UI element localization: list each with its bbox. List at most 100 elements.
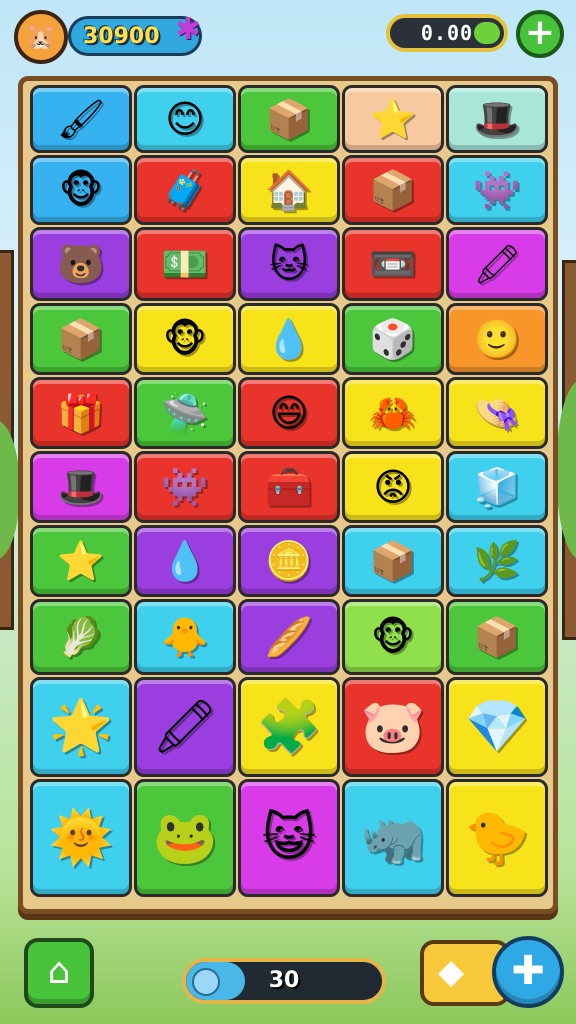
tile-r2-c4[interactable]: 📦 (342, 155, 444, 225)
tile-r8-c2[interactable]: 🐥 (134, 599, 236, 675)
tile-r6-c1[interactable]: 🎩 (30, 451, 132, 523)
tile-r3-c2[interactable]: 💵 (134, 227, 236, 301)
tile-r2-c3[interactable]: 🏠 (238, 155, 340, 225)
coin-display: 0.00 (386, 14, 508, 52)
star-icon: ⭐ (57, 539, 105, 583)
purple-critter-icon: 👾 (473, 168, 521, 212)
score-value: 30900 (83, 23, 160, 49)
tile-r4-c3[interactable]: 💧 (238, 303, 340, 375)
wooden-stick-icon: 🥖 (265, 615, 313, 659)
tile-r2-c5[interactable]: 👾 (446, 155, 548, 225)
tile-r2-c1[interactable]: 🐵 (30, 155, 132, 225)
tile-r7-c4[interactable]: 📦 (342, 525, 444, 597)
orange-monkey-icon: 🐵 (371, 615, 415, 659)
tile-r1-c2[interactable]: 😊 (134, 85, 236, 153)
tile-r10-c4[interactable]: 🦏 (342, 779, 444, 897)
add-coins-button[interactable]: + (516, 10, 564, 58)
tile-r7-c5[interactable]: 🌿 (446, 525, 548, 597)
puzzle-button[interactable]: ✚ (492, 936, 564, 1008)
tile-r1-c5[interactable]: 🎩 (446, 85, 548, 153)
tile-r5-c5[interactable]: 👒 (446, 377, 548, 449)
coin-bar-fill (474, 22, 500, 44)
tile-r9-c2[interactable]: 🖍 (134, 677, 236, 777)
orange-hat-icon: 👒 (473, 391, 521, 435)
tile-r6-c3[interactable]: 🧰 (238, 451, 340, 523)
game-board: 🖌 😊 📦 ⭐ 🎩 🐵 🧳 🏠 📦 👾 🐻 💵 🐱 📼 🖍 📦 🐵 💧 🎲 🙂 🎁 🛸 😄 🦀 👒 🎩 👾 🧰 😡 🧊 ⭐ 💧 🪙 📦 🌿 🥬 🐥 🥖 🐵 📦… (18, 76, 558, 914)
tile-r5-c2[interactable]: 🛸 (134, 377, 236, 449)
tile-r5-c3[interactable]: 😄 (238, 377, 340, 449)
red-box-icon: 📦 (57, 317, 105, 361)
tile-r6-c4[interactable]: 😡 (342, 451, 444, 523)
home-button[interactable]: ⌂ (24, 938, 94, 1008)
tile-r7-c1[interactable]: ⭐ (30, 525, 132, 597)
orange-monkey-icon: 🐵 (163, 317, 207, 361)
blue-gem-icon: 💎 (464, 697, 530, 757)
orange-hat-icon: 🎩 (57, 465, 105, 509)
green-house-icon: 🏠 (265, 168, 313, 212)
yellow-face-icon: 😄 (269, 391, 309, 435)
orange-cat-icon: 🐱 (269, 242, 309, 286)
blue-chest-icon: 🧳 (161, 168, 209, 212)
home-icon: ⌂ (47, 951, 71, 992)
tile-r5-c4[interactable]: 🦀 (342, 377, 444, 449)
tile-r7-c2[interactable]: 💧 (134, 525, 236, 597)
yellow-crayon-icon: 🖍 (151, 697, 218, 757)
tile-r1-c3[interactable]: 📦 (238, 85, 340, 153)
tile-r1-c1[interactable]: 🖌 (30, 85, 132, 153)
tile-r4-c1[interactable]: 📦 (30, 303, 132, 375)
tile-r8-c4[interactable]: 🐵 (342, 599, 444, 675)
tile-r3-c1[interactable]: 🐻 (30, 227, 132, 301)
gold-bar-icon: 🪙 (265, 539, 313, 583)
orange-sun-icon: 🌞 (48, 808, 114, 868)
tile-r5-c1[interactable]: 🎁 (30, 377, 132, 449)
orange-monkey-icon: 🐵 (59, 168, 103, 212)
player-avatar[interactable]: 🐹 (14, 10, 68, 64)
tile-r4-c5[interactable]: 🙂 (446, 303, 548, 375)
tile-grid: 🖌 😊 📦 ⭐ 🎩 🐵 🧳 🏠 📦 👾 🐻 💵 🐱 📼 🖍 📦 🐵 💧 🎲 🙂 🎁 🛸 😄 🦀 👒 🎩 👾 🧰 😡 🧊 ⭐ 💧 🪙 📦 🌿 🥬 🐥 🥖 🐵 📦… (30, 85, 550, 905)
tile-r2-c2[interactable]: 🧳 (134, 155, 236, 225)
tile-r3-c4[interactable]: 📼 (342, 227, 444, 301)
tile-r10-c1[interactable]: 🌞 (30, 779, 132, 897)
green-cash-box-icon: 💵 (161, 242, 209, 286)
tile-r8-c1[interactable]: 🥬 (30, 599, 132, 675)
red-face-icon: 😡 (373, 465, 413, 509)
tile-r8-c5[interactable]: 📦 (446, 599, 548, 675)
tile-r9-c1[interactable]: 🌟 (30, 677, 132, 777)
yellow-tape-icon: 📼 (369, 242, 417, 286)
tile-r10-c5[interactable]: 🐤 (446, 779, 548, 897)
wooden-crate-icon: 🧰 (265, 465, 313, 509)
yellow-chick-icon: 🐤 (464, 808, 530, 868)
tile-r6-c5[interactable]: 🧊 (446, 451, 548, 523)
tile-r3-c5[interactable]: 🖍 (446, 227, 548, 301)
orange-hat-icon: 🎩 (473, 97, 521, 141)
blue-box-icon: 📦 (369, 539, 417, 583)
tile-r9-c4[interactable]: 🐷 (342, 677, 444, 777)
tile-r9-c5[interactable]: 💎 (446, 677, 548, 777)
tile-r10-c3[interactable]: 😺 (238, 779, 340, 897)
puzzle-piece-icon: ✱ (175, 12, 201, 47)
tile-r1-c4[interactable]: ⭐ (342, 85, 444, 153)
tile-r7-c3[interactable]: 🪙 (238, 525, 340, 597)
tile-r4-c2[interactable]: 🐵 (134, 303, 236, 375)
tile-r9-c3[interactable]: 🧩 (238, 677, 340, 777)
red-box-icon: 📦 (265, 97, 313, 141)
green-hat-icon: 🛸 (161, 391, 209, 435)
blue-box-icon: 📦 (369, 168, 417, 212)
tile-r10-c2[interactable]: 🐸 (134, 779, 236, 897)
red-crab-icon: 🦀 (369, 391, 417, 435)
orange-cube-icon: 🎲 (369, 317, 417, 361)
green-figure-icon: 🌿 (473, 539, 521, 583)
brown-horned-icon: 🦏 (360, 808, 426, 868)
tile-r6-c2[interactable]: 👾 (134, 451, 236, 523)
brush-icon: 🖌 (56, 97, 106, 141)
level-progress-bar: 30 (182, 958, 386, 1004)
tile-r3-c3[interactable]: 🐱 (238, 227, 340, 301)
yellow-critter-icon: 🐥 (161, 615, 209, 659)
bear-icon: 🐻 (57, 242, 105, 286)
red-box-icon: 📦 (473, 615, 521, 659)
tag-icon: ◆ (438, 952, 465, 992)
green-frog-icon: 🐸 (152, 808, 218, 868)
tile-r8-c3[interactable]: 🥖 (238, 599, 340, 675)
pink-pig-icon: 🐷 (360, 697, 426, 757)
tile-r4-c4[interactable]: 🎲 (342, 303, 444, 375)
